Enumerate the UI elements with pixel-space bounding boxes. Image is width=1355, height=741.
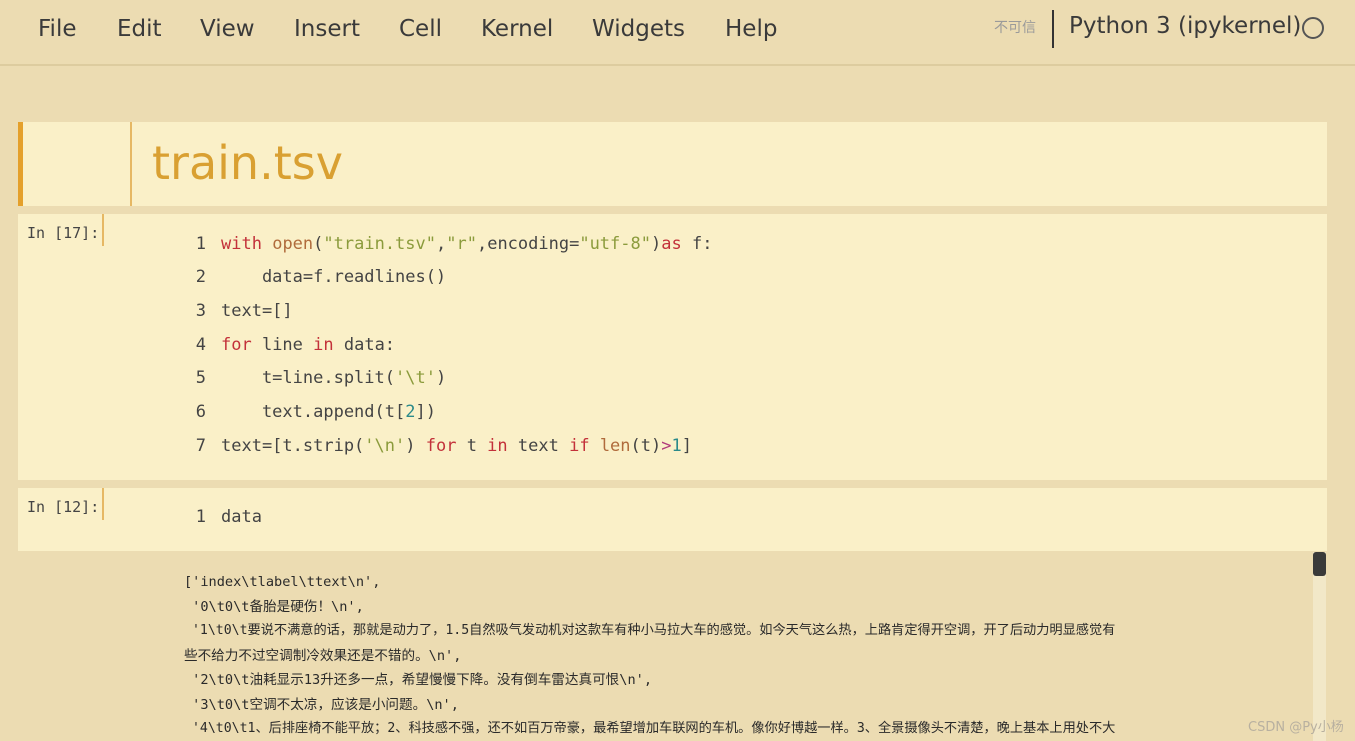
menu-file[interactable]: File — [38, 16, 77, 42]
prompt-marker — [102, 214, 104, 246]
prompt-separator — [130, 122, 132, 206]
markdown-cell[interactable]: train.tsv — [18, 122, 1327, 206]
prompt-marker — [102, 488, 104, 520]
output-line: '0\t0\t备胎是硬伤！\n', — [184, 599, 364, 615]
line-number: 1 — [195, 234, 206, 254]
menubar: File Edit View Insert Cell Kernel Widget… — [0, 0, 1355, 66]
code-line[interactable]: text=[t.strip('\n') for t in text if len… — [221, 436, 692, 460]
menu-widgets[interactable]: Widgets — [592, 16, 685, 42]
menu-edit[interactable]: Edit — [117, 16, 162, 42]
output-scrollbar[interactable] — [1313, 552, 1326, 741]
output-line: '1\t0\t要说不满意的话，那就是动力了，1.5自然吸气发动机对这款车有种小马… — [184, 623, 1116, 638]
markdown-heading: train.tsv — [152, 136, 343, 190]
menu-help[interactable]: Help — [725, 16, 777, 42]
output-line: '2\t0\t油耗显示13升还多一点，希望慢慢下降。没有倒车雷达真可恨\n', — [184, 672, 653, 688]
trust-indicator[interactable]: 不可信 — [994, 17, 1036, 37]
menu-view[interactable]: View — [200, 16, 255, 42]
cell-selection-bar — [18, 122, 23, 206]
watermark: CSDN @Py小杨 — [1248, 720, 1344, 735]
line-number: 7 — [195, 436, 206, 456]
menu-cell[interactable]: Cell — [399, 16, 442, 42]
code-line[interactable]: for line in data: — [221, 335, 395, 359]
line-number: 1 — [195, 507, 206, 527]
kernel-name[interactable]: Python 3 (ipykernel) — [1069, 13, 1301, 39]
code-cell[interactable]: In [17]: 1 with open("train.tsv","r",enc… — [18, 214, 1327, 480]
cell-prompt: In [17]: — [27, 224, 100, 242]
code-line[interactable]: with open("train.tsv","r",encoding="utf-… — [221, 234, 712, 258]
menu-insert[interactable]: Insert — [294, 16, 360, 42]
code-line[interactable]: text.append(t[2]) — [221, 402, 436, 426]
cell-output: ['index\tlabel\ttext\n', '0\t0\t备胎是硬伤！\n… — [0, 552, 1355, 741]
line-number: 4 — [195, 335, 206, 355]
code-line[interactable]: data=f.readlines() — [221, 267, 446, 291]
code-line[interactable]: t=line.split('\t') — [221, 368, 446, 392]
line-number: 5 — [195, 368, 206, 388]
output-line: 些不给力不过空调制冷效果还是不错的。\n', — [184, 648, 462, 664]
code-line[interactable]: data — [221, 507, 262, 531]
output-line: ['index\tlabel\ttext\n', — [184, 574, 381, 590]
kernel-idle-icon — [1302, 17, 1324, 39]
code-line[interactable]: text=[] — [221, 301, 293, 325]
menu-kernel[interactable]: Kernel — [481, 16, 553, 42]
output-line: '4\t0\t1、后排座椅不能平放；2、科技感不强，还不如百万帝豪，最希望增加车… — [184, 721, 1116, 736]
code-cell[interactable]: In [12]: 1 data — [18, 488, 1327, 551]
cell-prompt: In [12]: — [27, 498, 100, 516]
line-number: 3 — [195, 301, 206, 321]
line-number: 6 — [195, 402, 206, 422]
kernel-separator — [1052, 10, 1054, 48]
line-number: 2 — [195, 267, 206, 287]
output-line: '3\t0\t空调不太凉，应该是小问题。\n', — [184, 697, 459, 713]
scrollbar-thumb[interactable] — [1313, 552, 1326, 576]
